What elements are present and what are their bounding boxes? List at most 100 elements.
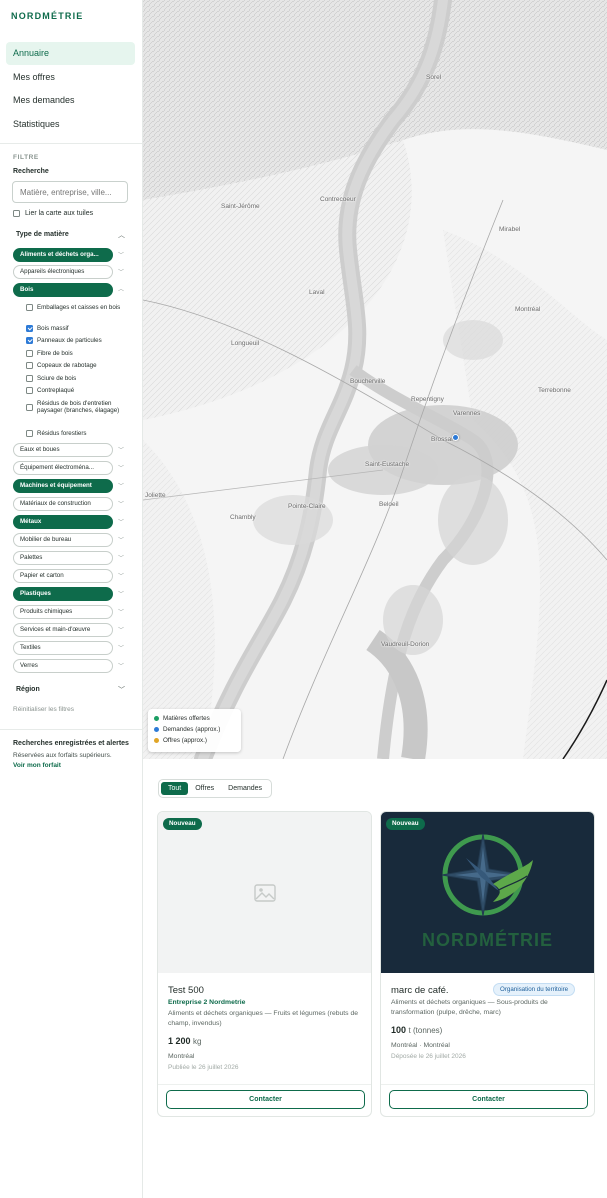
checkbox[interactable]: [26, 375, 33, 382]
map-place-label: Terrebonne: [538, 387, 571, 394]
reset-filters-link[interactable]: Réinitialiser les filtres: [13, 706, 74, 713]
sub-option-label: Copeaux de rabotage: [37, 362, 97, 369]
chip-textiles[interactable]: Textiles: [13, 641, 113, 655]
legend-item: Matières offertes: [154, 713, 235, 724]
link-map-checkbox[interactable]: [13, 210, 20, 217]
listing-quantity: 1 200 kg: [168, 1036, 202, 1046]
chevron-down-icon[interactable]: ﹀: [118, 517, 124, 526]
sub-option[interactable]: Copeaux de rabotage: [26, 362, 126, 369]
map-place-label: Joliette: [145, 492, 166, 499]
contact-button[interactable]: Contacter: [166, 1090, 365, 1109]
map[interactable]: Sorel Contrecoeur Saint-Jérôme Mirabel L…: [143, 0, 607, 759]
map-place-label: Saint-Eustache: [365, 461, 410, 468]
listing-location: Montréal: [168, 1053, 195, 1060]
view-plan-link[interactable]: Voir mon forfait: [13, 762, 61, 769]
listing-card[interactable]: Nouveau Test 500 Entreprise 2 Nordmetrie…: [157, 811, 372, 1117]
chevron-down-icon[interactable]: ﹀: [118, 481, 124, 490]
checkbox[interactable]: [26, 362, 33, 369]
sub-option-label: Fibre de bois: [37, 350, 73, 357]
map-marker-demand[interactable]: [452, 434, 459, 441]
map-place-label: Mirabel: [499, 226, 521, 233]
chip-produits-chimiques[interactable]: Produits chimiques: [13, 605, 113, 619]
nav-item-mes-offres[interactable]: Mes offres: [6, 66, 135, 89]
checkbox[interactable]: [26, 304, 33, 311]
chevron-down-icon[interactable]: ﹀: [118, 589, 124, 598]
checkbox[interactable]: [26, 337, 33, 344]
checkbox[interactable]: [26, 387, 33, 394]
chevron-down-icon[interactable]: ﹀: [118, 643, 124, 652]
sub-option[interactable]: Panneaux de particules: [26, 337, 126, 344]
material-type-heading[interactable]: Type de matière: [16, 231, 69, 238]
sub-option[interactable]: Bois massif: [26, 325, 126, 332]
chevron-down-icon[interactable]: ﹀: [118, 625, 124, 634]
chip-materiaux-construction[interactable]: Matériaux de construction: [13, 497, 113, 511]
tab-demandes[interactable]: Demandes: [221, 782, 269, 795]
chevron-up-icon[interactable]: ︿: [118, 284, 124, 293]
nav-item-statistiques[interactable]: Statistiques: [6, 113, 135, 136]
chip-machines-equipement[interactable]: Machines et équipement: [13, 479, 113, 493]
logo-wordmark: NORDMÉTRIE: [422, 930, 553, 950]
chip-equipement-electromenager[interactable]: Équipement électroména...: [13, 461, 113, 475]
listing-type-tabs: Tout Offres Demandes: [158, 779, 273, 798]
sub-option[interactable]: Emballages et caisses en bois: [26, 304, 126, 311]
listing-image-placeholder: [158, 812, 371, 973]
checkbox[interactable]: [26, 403, 33, 411]
checkbox[interactable]: [26, 350, 33, 357]
checkbox[interactable]: [26, 325, 33, 332]
chevron-down-icon[interactable]: ﹀: [118, 445, 124, 454]
chevron-down-icon[interactable]: ﹀: [118, 661, 124, 670]
sub-option[interactable]: Contreplaqué: [26, 387, 126, 394]
sub-option[interactable]: Fibre de bois: [26, 350, 126, 357]
chevron-down-icon[interactable]: ﹀: [118, 571, 124, 580]
chip-plastiques[interactable]: Plastiques: [13, 587, 113, 601]
chip-verres[interactable]: Verres: [13, 659, 113, 673]
chip-metaux[interactable]: Métaux: [13, 515, 113, 529]
listing-company[interactable]: Entreprise 2 Nordmetrie: [168, 999, 245, 1006]
card-divider: [381, 1084, 594, 1085]
sub-option-label: Sciure de bois: [37, 375, 77, 382]
legend-dot-icon: [154, 738, 159, 743]
tab-offres[interactable]: Offres: [188, 782, 221, 795]
chevron-down-icon[interactable]: ﹀: [118, 250, 124, 259]
link-map-toggle[interactable]: Lier la carte aux tuiles: [13, 210, 93, 217]
listing-category: Aliments et déchets organiques — Fruits …: [168, 1010, 359, 1027]
chevron-down-icon[interactable]: ﹀: [118, 607, 124, 616]
search-input[interactable]: [12, 181, 128, 203]
chevron-down-icon[interactable]: ﹀: [118, 553, 124, 562]
link-map-label: Lier la carte aux tuiles: [25, 210, 94, 217]
sub-option[interactable]: Résidus forestiers: [26, 430, 126, 437]
region-heading[interactable]: Région: [16, 686, 40, 693]
chip-aliments[interactable]: Aliments et déchets orga...: [13, 248, 113, 262]
sub-option[interactable]: Sciure de bois: [26, 375, 126, 382]
chevron-down-icon[interactable]: ﹀: [118, 499, 124, 508]
chevron-down-icon[interactable]: ﹀: [118, 463, 124, 472]
nav-item-mes-demandes[interactable]: Mes demandes: [6, 89, 135, 112]
chip-eaux-boues[interactable]: Eaux et boues: [13, 443, 113, 457]
sub-option-label: Résidus forestiers: [37, 430, 87, 437]
chevron-down-icon[interactable]: ﹀: [118, 535, 124, 544]
nav-item-annuaire[interactable]: Annuaire: [6, 42, 135, 65]
chevron-down-icon[interactable]: ﹀: [118, 685, 125, 695]
chip-papier-carton[interactable]: Papier et carton: [13, 569, 113, 583]
saved-searches-subtitle: Réservées aux forfaits supérieurs.: [13, 752, 112, 759]
quantity-unit: t (tonnes): [408, 1026, 443, 1035]
chip-bois[interactable]: Bois: [13, 283, 113, 297]
checkbox[interactable]: [26, 430, 33, 437]
chip-mobilier-bureau[interactable]: Mobilier de bureau: [13, 533, 113, 547]
sub-option[interactable]: Résidus de bois d'entretien paysager (br…: [26, 400, 126, 415]
chip-appareils-electroniques[interactable]: Appareils électroniques: [13, 265, 113, 279]
sub-option-label: Emballages et caisses en bois: [37, 304, 121, 311]
brand-logo: NORDMÉTRIE: [11, 11, 84, 21]
chevron-up-icon[interactable]: ︿: [118, 230, 125, 240]
chevron-down-icon[interactable]: ﹀: [118, 267, 124, 276]
tab-tout[interactable]: Tout: [161, 782, 189, 795]
listing-category: Aliments et déchets organiques — Sous-pr…: [391, 999, 548, 1016]
listing-card[interactable]: NORDMÉTRIE Nouveau marc de café. Organis…: [380, 811, 595, 1117]
map-place-label: Chambly: [230, 514, 256, 521]
chip-services-main-oeuvre[interactable]: Services et main-d'œuvre: [13, 623, 113, 637]
map-place-label: Vaudreuil-Dorion: [381, 641, 430, 648]
chip-palettes[interactable]: Palettes: [13, 551, 113, 565]
sub-option-label: Résidus de bois d'entretien paysager (br…: [37, 400, 120, 415]
contact-button[interactable]: Contacter: [389, 1090, 588, 1109]
sub-option-label: Panneaux de particules: [37, 337, 102, 344]
